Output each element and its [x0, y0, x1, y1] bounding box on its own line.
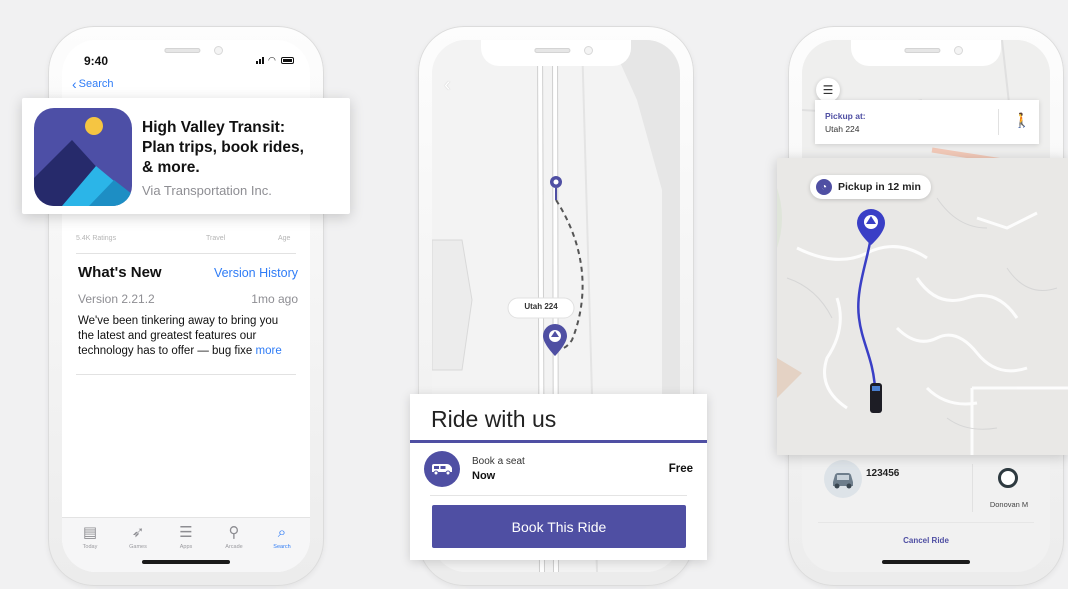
category-label: Travel	[206, 235, 226, 242]
developer-name[interactable]: Via Transportation Inc.	[142, 183, 272, 198]
phone-notch	[111, 40, 261, 66]
status-time: 9:40	[84, 54, 109, 68]
option-line1: Book a seat	[472, 456, 525, 467]
pickup-eta-pill: ◔ Pickup in 12 min	[810, 175, 931, 199]
app-title: High Valley Transit: Plan trips, book ri…	[142, 119, 304, 176]
search-icon: ⌕	[277, 524, 287, 541]
driver-avatar	[998, 468, 1018, 488]
stack-icon: ☰	[179, 524, 193, 541]
divider	[430, 495, 687, 496]
battery-icon	[281, 57, 294, 64]
version-history-link[interactable]: Version History	[214, 266, 298, 280]
today-icon: ▤	[82, 524, 98, 541]
price-label: Free	[668, 463, 693, 475]
ride-title: Ride with us	[431, 406, 557, 432]
joystick-icon: ⚲	[228, 524, 240, 541]
tab-arcade[interactable]: ⚲ Arcade	[214, 524, 254, 550]
pickup-eta-text: Pickup in 12 min	[838, 181, 921, 193]
divider	[972, 464, 973, 512]
divider	[998, 109, 999, 135]
tab-bar: ▤ Today ➶ Games ☰ Apps ⚲ Arcade ⌕ Search	[62, 517, 310, 572]
home-indicator	[142, 560, 230, 564]
back-button[interactable]: ‹ Search	[72, 76, 114, 92]
car-icon	[833, 473, 853, 489]
whats-new-heading: What's New	[78, 264, 162, 281]
pickup-location: Utah 224	[825, 124, 860, 134]
more-link[interactable]: more	[256, 345, 282, 357]
divider	[76, 253, 296, 254]
menu-button[interactable]: ☰	[816, 78, 840, 102]
tab-search[interactable]: ⌕ Search	[262, 524, 302, 550]
driver-name: Donovan M	[989, 500, 1029, 509]
version-age: 1mo ago	[251, 292, 298, 306]
ride-option-row[interactable]: Book a seat Now Free	[410, 443, 707, 495]
cancel-ride-button[interactable]: Cancel Ride	[802, 536, 1050, 545]
tab-today[interactable]: ▤ Today	[70, 524, 110, 550]
ride-booking-card: Ride with us Book a seat Now Free Book T…	[410, 394, 707, 560]
version-number: Version 2.21.2	[78, 292, 155, 306]
clock-icon: ◔	[816, 179, 832, 195]
tab-apps[interactable]: ☰ Apps	[166, 524, 206, 550]
vehicle-number: 123456	[866, 468, 900, 479]
pickup-label: Pickup at:	[825, 111, 866, 121]
app-icon[interactable]	[34, 108, 132, 206]
van-icon	[424, 451, 460, 487]
option-line2: Now	[472, 470, 496, 482]
route-map-drawing	[777, 158, 1068, 455]
back-label: Search	[78, 78, 114, 90]
rocket-icon: ➶	[131, 524, 145, 541]
book-ride-button[interactable]: Book This Ride	[432, 505, 686, 548]
pickup-location-card[interactable]: Pickup at: Utah 224 🚶	[815, 100, 1039, 144]
ratings-label: 5.4K Ratings	[76, 235, 117, 242]
release-notes: We've been tinkering away to bring you t…	[78, 315, 282, 357]
tab-games[interactable]: ➶ Games	[118, 524, 158, 550]
hamburger-icon: ☰	[822, 83, 834, 97]
home-indicator	[882, 560, 970, 564]
phone-notch	[851, 40, 1001, 66]
divider	[76, 374, 296, 375]
vehicle-avatar	[824, 460, 862, 498]
app-header-card: High Valley Transit: Plan trips, book ri…	[22, 98, 350, 214]
chevron-left-icon: ‹	[72, 76, 77, 92]
back-chevron-icon[interactable]: ‹	[444, 74, 451, 97]
phone-notch	[481, 40, 631, 66]
pickup-route-map: ◔ Pickup in 12 min	[777, 158, 1068, 455]
wifi-icon: ◠	[268, 55, 276, 65]
map-road-label: Utah 224	[524, 302, 558, 311]
walking-icon[interactable]: 🚶	[1013, 112, 1030, 129]
divider	[818, 522, 1034, 523]
mountain-sun-icon	[34, 117, 132, 206]
age-label: Age	[278, 235, 291, 242]
